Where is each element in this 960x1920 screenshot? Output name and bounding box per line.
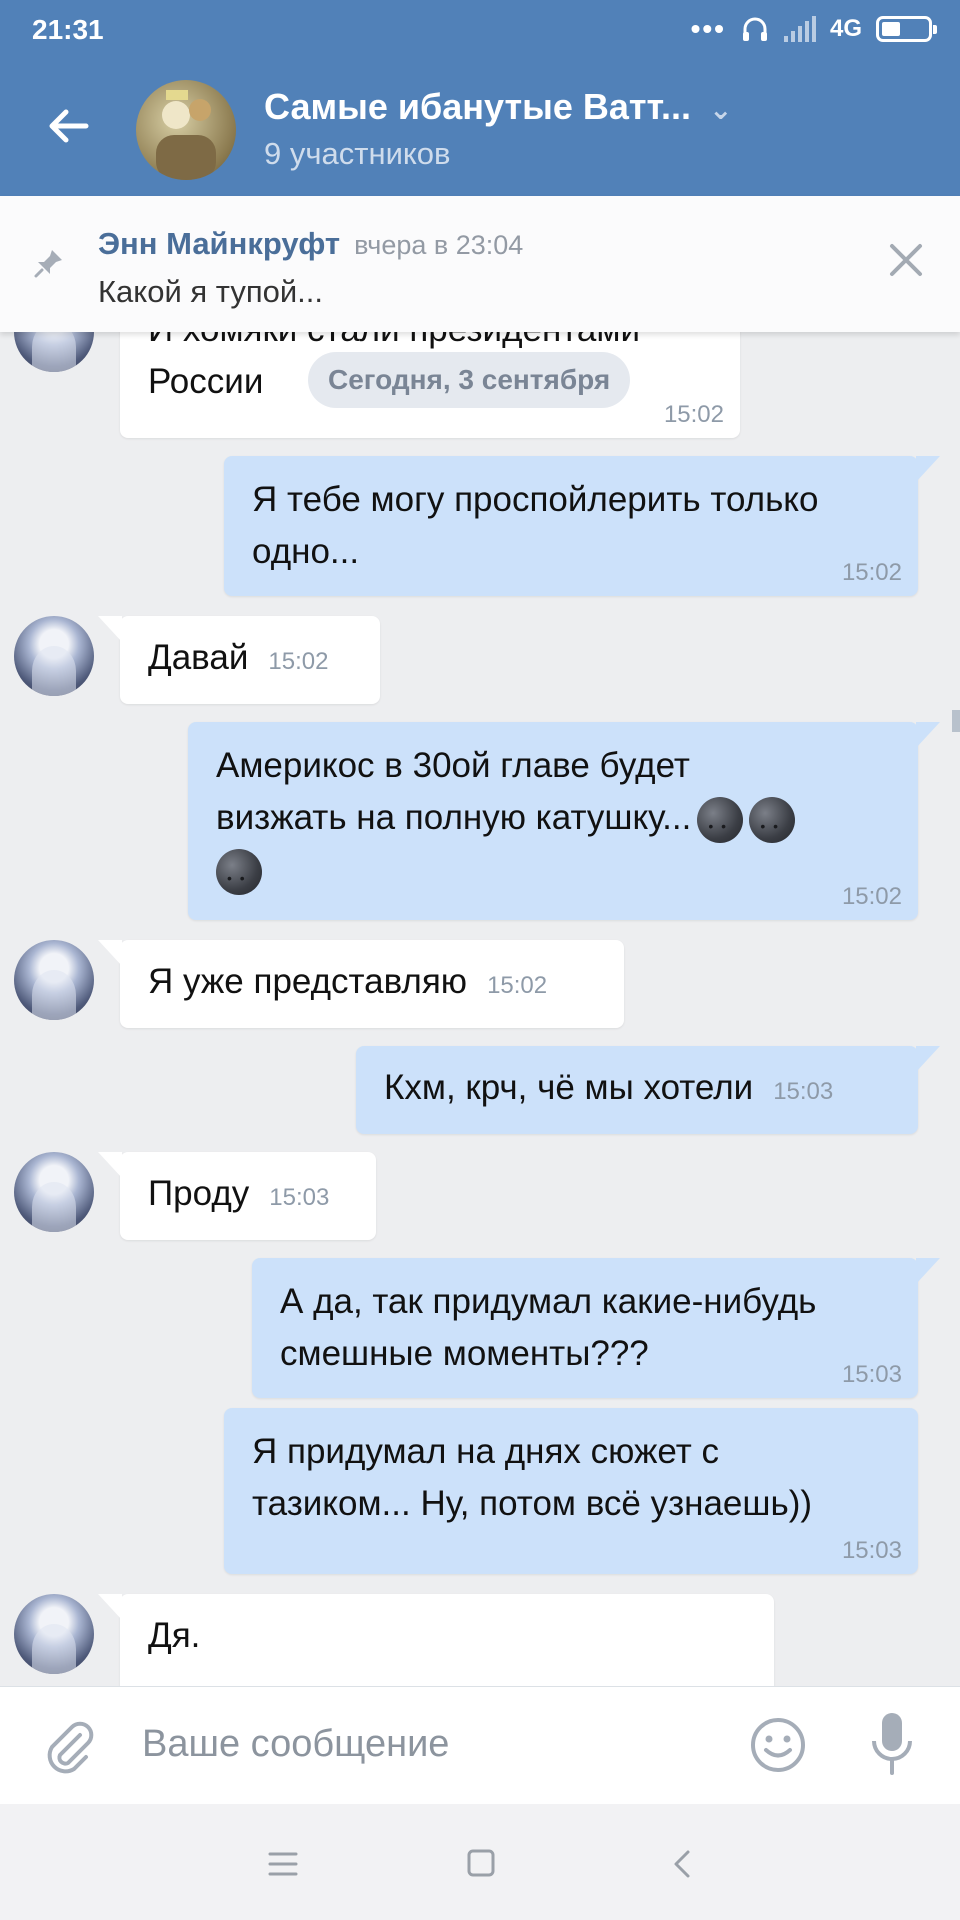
message-time: 15:03 (773, 1078, 834, 1105)
chevron-down-icon[interactable]: ⌄ (709, 93, 732, 126)
message-time: 15:03 (269, 1184, 330, 1211)
conversation-title-text: Самые ибанутые Ватт... (264, 86, 691, 127)
message-line: Дя. (148, 1616, 201, 1655)
message-line: визжать на полную катушку... (216, 798, 692, 837)
message-line: Давай (148, 638, 249, 677)
message-composer: Ваше сообщение (0, 1686, 960, 1805)
message-time: 15:03 (841, 1361, 902, 1388)
message-line: Я тебе могу проспойлерить только (252, 480, 819, 519)
message-list[interactable]: И хомяки стали президентами России 15:02… (0, 332, 960, 1686)
message-line: смешные моменты??? (280, 1334, 649, 1373)
avatar[interactable] (14, 940, 94, 1020)
pinned-author: Энн Майнкруфт вчера в 23:04 (98, 226, 523, 262)
pinned-time: вчера в 23:04 (354, 230, 524, 260)
message-line: Кхм, крч, чё мы хотели (384, 1068, 754, 1107)
conversation-members: 9 участников (264, 136, 451, 171)
message-bubble[interactable]: Проду 15:03 (98, 1152, 376, 1240)
avatar[interactable] (14, 332, 94, 372)
message-bubble[interactable]: Я придумал на днях сюжет с тазиком... Ну… (224, 1408, 918, 1574)
new-moon-face-emoji (697, 796, 744, 852)
avatar[interactable] (14, 1152, 94, 1232)
battery-charging-icon (876, 16, 937, 42)
avatar[interactable] (14, 1594, 94, 1674)
message-time: 15:02 (841, 559, 902, 586)
top-bar: 21:31 ••• 4G Самые ибанутые Ватт... ⌄ 9 … (0, 0, 960, 196)
headphones-icon (742, 17, 767, 41)
close-icon[interactable] (886, 240, 926, 280)
message-bubble[interactable]: Давай 15:02 (98, 616, 380, 704)
message-bubble[interactable]: Я тебе могу проспойлерить только одно...… (224, 456, 940, 596)
message-time: 15:02 (487, 972, 548, 999)
pinned-message[interactable]: Энн Майнкруфт вчера в 23:04 Какой я тупой… (0, 196, 960, 332)
emoji-line (216, 844, 890, 904)
message-time: 15:02 (663, 401, 724, 428)
message-line: Проду (148, 1174, 250, 1213)
conversation-title[interactable]: Самые ибанутые Ватт... ⌄ (264, 86, 732, 128)
message-time: 15:03 (841, 1537, 902, 1564)
message-line: одно... (252, 532, 360, 571)
date-separator: Сегодня, 3 сентября (308, 352, 631, 408)
message-bubble[interactable]: А да, так придумал какие-нибудь смешные … (252, 1258, 940, 1398)
menu-icon[interactable] (268, 1850, 298, 1878)
smile-icon[interactable] (748, 1715, 808, 1775)
status-icons: ••• 4G (690, 12, 937, 46)
message-line: Я уже представляю (148, 962, 468, 1001)
message-bubble[interactable]: Кхм, крч, чё мы хотели 15:03 (356, 1046, 940, 1134)
message-line: А да, так придумал какие-нибудь (280, 1282, 817, 1321)
message-bubble[interactable]: Америкос в 30ой главе будет визжать на п… (188, 722, 940, 920)
message-line-with-emoji: визжать на полную катушку... (216, 792, 890, 852)
paperclip-icon[interactable] (40, 1717, 98, 1775)
pinned-text: Какой я тупой... (98, 274, 324, 309)
message-bubble[interactable]: Дя. (98, 1594, 774, 1686)
home-square-icon[interactable] (466, 1848, 496, 1878)
new-moon-face-emoji (749, 796, 796, 852)
avatar[interactable] (14, 616, 94, 696)
message-bubble[interactable]: Я уже представляю 15:02 (98, 940, 624, 1028)
message-time: 15:02 (268, 648, 329, 675)
network-type: 4G (829, 15, 862, 42)
back-arrow-icon[interactable] (42, 100, 94, 152)
message-input[interactable]: Ваше сообщение (142, 1723, 449, 1766)
dots-icon: ••• (690, 13, 726, 44)
microphone-icon[interactable] (868, 1711, 916, 1777)
scrollbar-thumb[interactable] (952, 710, 960, 732)
system-navigation-bar (0, 1804, 960, 1920)
back-chevron-icon[interactable] (670, 1848, 694, 1880)
status-bar: 21:31 ••• 4G (0, 0, 960, 58)
message-time: 15:02 (841, 883, 902, 910)
new-moon-face-emoji (216, 848, 262, 904)
status-time: 21:31 (32, 14, 104, 45)
message-line: Я придумал на днях сюжет с (252, 1432, 719, 1471)
message-line: Америкос в 30ой главе будет (216, 746, 690, 785)
signal-icon (783, 16, 816, 42)
message-line: тазиком... Ну, потом всё узнаешь)) (252, 1484, 813, 1523)
pin-icon (34, 250, 62, 278)
pinned-author-name: Энн Майнкруфт (98, 226, 341, 261)
conversation-avatar[interactable] (136, 80, 236, 180)
